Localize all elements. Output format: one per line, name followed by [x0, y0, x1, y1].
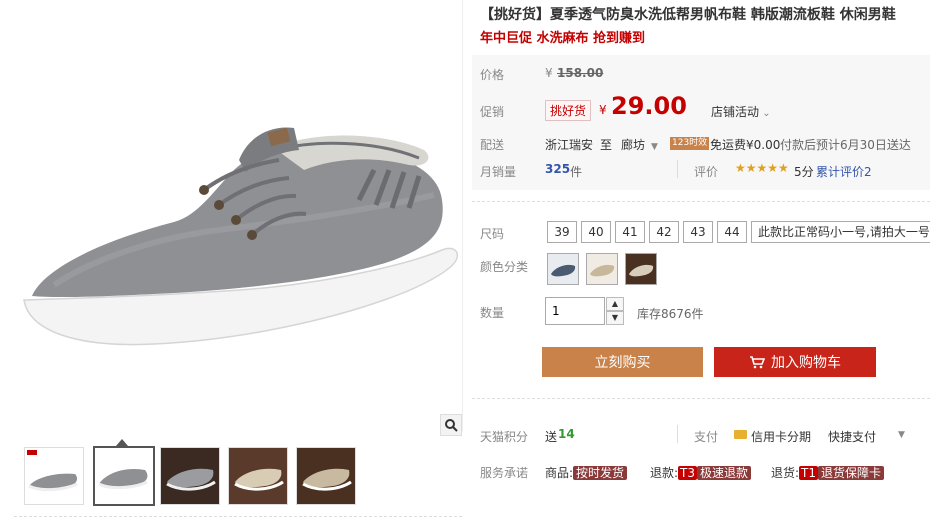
- quick-pay-option[interactable]: 快捷支付: [828, 428, 876, 445]
- size-option-note[interactable]: 此款比正常码小一号,请拍大一号: [751, 221, 930, 243]
- current-price: 29.00: [611, 92, 687, 120]
- size-option-44[interactable]: 44: [717, 221, 747, 243]
- return-label: 退货:: [771, 466, 800, 480]
- divider: [677, 425, 678, 443]
- thumbnail-pointer-icon: [116, 439, 128, 446]
- cart-icon: [750, 356, 765, 369]
- caret-down-icon: ▼: [611, 313, 619, 322]
- sales-unit: 件: [570, 165, 583, 179]
- return-promise: 退货: T1 退货保障卡: [771, 464, 885, 481]
- rating-label: 评价: [694, 165, 719, 179]
- on-time-shipping-tag: 按时发货: [573, 466, 628, 480]
- return-code-tag: T1: [799, 466, 819, 480]
- quantity-increase-button[interactable]: ▲: [606, 297, 624, 311]
- caret-down-icon: ▼: [651, 142, 658, 152]
- add-to-cart-label: 加入购物车: [771, 355, 841, 371]
- points-label: 天猫积分: [480, 430, 529, 444]
- monthly-sales-count: 325: [545, 162, 571, 176]
- refund-promise: 退款: T3 极速退款: [650, 464, 752, 481]
- star-rating-icon: ★★★★★: [735, 161, 789, 175]
- buy-now-button[interactable]: 立刻购买: [542, 347, 703, 377]
- goods-promise: 商品: 按时发货: [545, 464, 628, 481]
- size-label: 尺码: [480, 227, 505, 241]
- color-label: 颜色分类: [480, 260, 529, 274]
- refund-code-tag: T3: [678, 466, 698, 480]
- divider: [472, 201, 930, 202]
- rating-score: 5分: [794, 165, 814, 179]
- credit-card-icon: [734, 430, 747, 439]
- divider: [677, 160, 678, 178]
- store-activity-dropdown[interactable]: 店铺活动 ⌄: [711, 103, 771, 120]
- shoe-image: [23, 127, 459, 346]
- size-option-39[interactable]: 39: [547, 221, 577, 243]
- shipping-label: 配送: [480, 138, 505, 152]
- points-prefix: 送: [545, 430, 558, 444]
- store-activity-label: 店铺活动: [711, 105, 760, 119]
- product-promo-text: 年中巨促 水洗麻布 抢到赚到: [480, 31, 646, 46]
- quantity-label: 数量: [480, 306, 505, 320]
- product-title: 【挑好货】夏季透气防臭水洗低帮男帆布鞋 韩版潮流板鞋 休闲男鞋: [480, 7, 896, 23]
- points-value: 14: [558, 427, 575, 441]
- thumbnail-5[interactable]: [296, 447, 356, 505]
- thumbnail-3[interactable]: [160, 447, 220, 505]
- divider: [472, 398, 930, 399]
- thumbnail-2[interactable]: [93, 446, 155, 506]
- buy-now-label: 立刻购买: [594, 355, 651, 371]
- size-option-41[interactable]: 41: [615, 221, 645, 243]
- cumulative-reviews-link[interactable]: 累计评价2: [816, 163, 872, 180]
- size-option-40[interactable]: 40: [581, 221, 611, 243]
- color-option-beige[interactable]: [586, 253, 618, 285]
- magnifier-icon: [445, 419, 458, 432]
- quantity-input[interactable]: [545, 297, 605, 325]
- main-product-image[interactable]: [14, 0, 463, 432]
- ship-from: 浙江瑞安: [545, 138, 594, 152]
- promo-price-label: 促销: [480, 105, 505, 119]
- thumbnail-4[interactable]: [228, 447, 288, 505]
- chevron-down-icon: ⌄: [759, 108, 771, 119]
- delivery-eta: 付款后预计6月30日送达: [780, 138, 911, 152]
- zoom-button[interactable]: [440, 414, 462, 436]
- size-option-42[interactable]: 42: [649, 221, 679, 243]
- caret-down-icon[interactable]: ▼: [898, 430, 905, 440]
- thumbnail-1[interactable]: [24, 447, 84, 505]
- original-price: 158.00: [557, 66, 604, 80]
- promo-badge: 挑好货: [545, 100, 592, 121]
- add-to-cart-button[interactable]: 加入购物车: [714, 347, 876, 377]
- promo-currency: ¥: [599, 103, 607, 117]
- caret-up-icon: ▲: [611, 299, 619, 308]
- goods-label: 商品:: [545, 466, 574, 480]
- ship-to-word: 至: [600, 138, 613, 152]
- divider: [14, 516, 462, 517]
- price-label: 价格: [480, 68, 505, 82]
- size-option-43[interactable]: 43: [683, 221, 713, 243]
- delivery-time-badge: 123时效: [670, 137, 710, 150]
- stock-count: 库存8676件: [637, 307, 704, 321]
- fast-refund-tag: 极速退款: [697, 466, 752, 480]
- ship-to-label: 廊坊: [621, 138, 646, 152]
- payment-label: 支付: [694, 430, 719, 444]
- service-promise-label: 服务承诺: [480, 466, 529, 480]
- color-option-brown[interactable]: [625, 253, 657, 285]
- quantity-decrease-button[interactable]: ▼: [606, 311, 624, 325]
- credit-installment-option[interactable]: 信用卡分期: [751, 428, 811, 445]
- shipping-fee: 免运费¥0.00: [710, 138, 781, 152]
- ship-to-dropdown[interactable]: 廊坊 ▼: [621, 136, 658, 153]
- color-option-gray[interactable]: [547, 253, 579, 285]
- return-guarantee-tag: 退货保障卡: [818, 466, 885, 480]
- currency-symbol: ¥: [545, 66, 553, 80]
- monthly-sales-label: 月销量: [480, 165, 517, 179]
- refund-label: 退款:: [650, 466, 679, 480]
